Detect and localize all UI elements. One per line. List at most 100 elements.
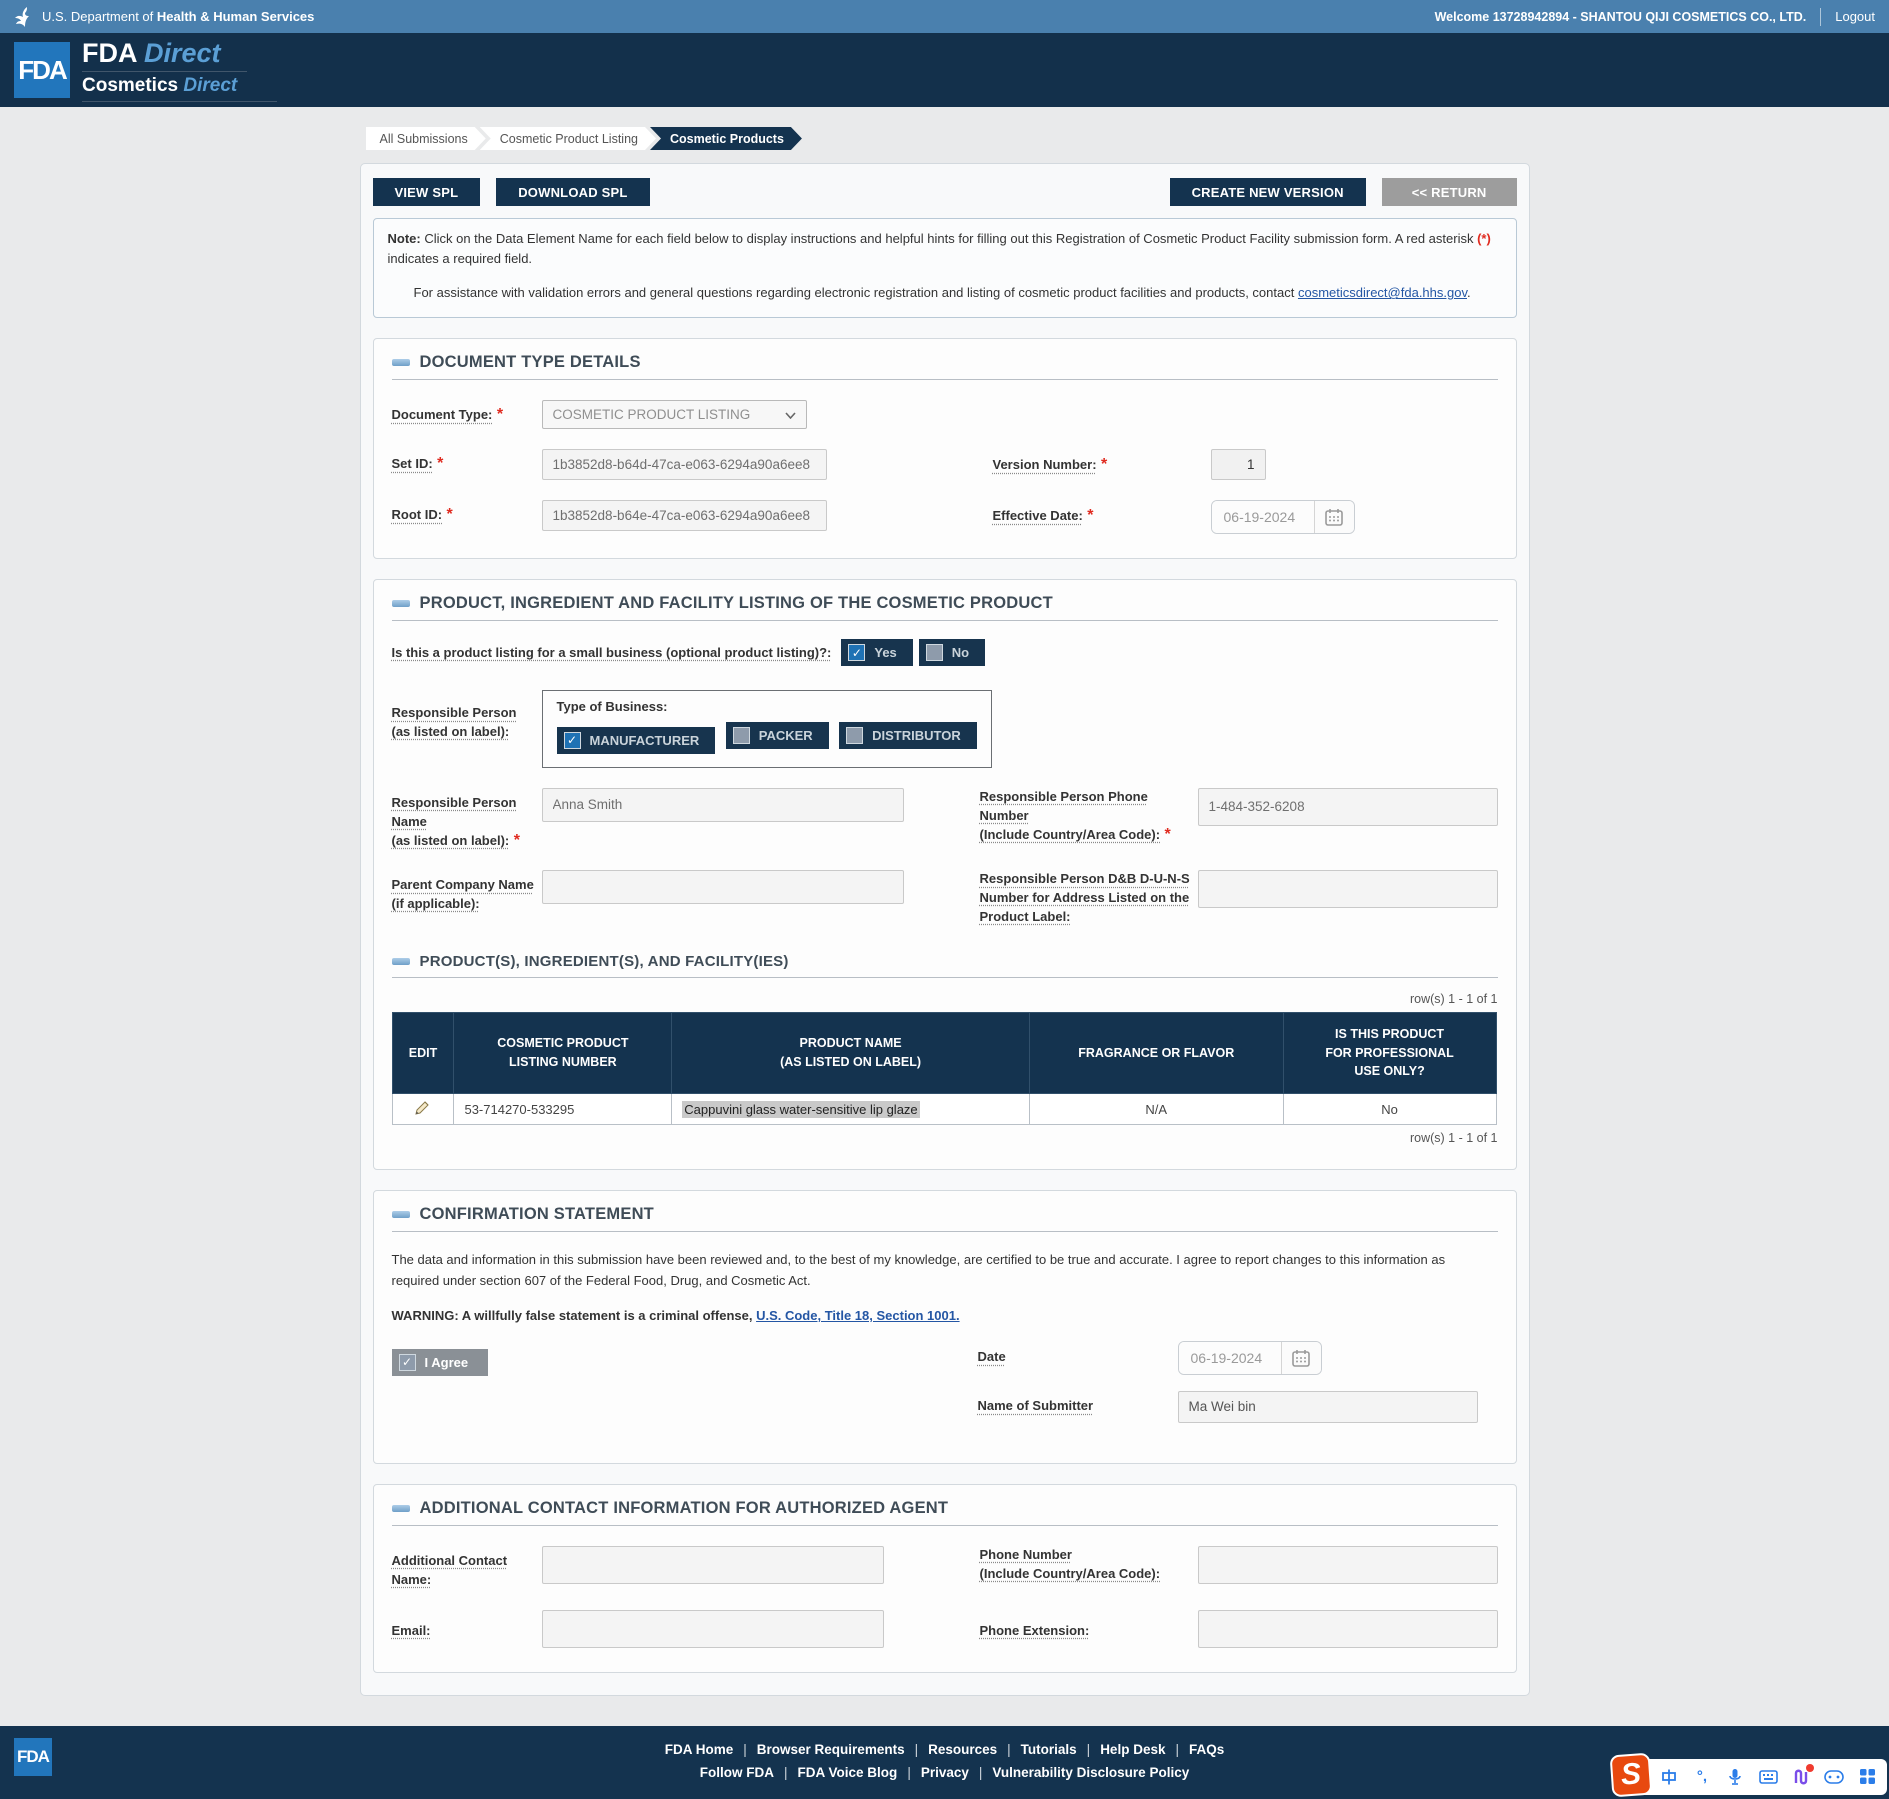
parent-company-input[interactable] bbox=[542, 870, 904, 904]
required-asterisk: * bbox=[1087, 507, 1093, 524]
return-button[interactable]: << RETURN bbox=[1382, 178, 1517, 206]
distributor-checkbox[interactable]: DISTRIBUTOR bbox=[839, 722, 977, 749]
rp-name-label2[interactable]: (as listed on label): bbox=[392, 833, 510, 848]
skin-tool-icon[interactable] bbox=[1791, 1767, 1811, 1787]
document-type-select[interactable]: COSMETIC PRODUCT LISTING bbox=[542, 400, 807, 429]
rp-phone-input[interactable] bbox=[1198, 788, 1498, 826]
rp-duns-label-col: Responsible Person D&B D-U-N-S Number fo… bbox=[980, 870, 1198, 927]
version-number-input[interactable] bbox=[1211, 449, 1266, 480]
logout-link[interactable]: Logout bbox=[1835, 9, 1875, 24]
additional-phone-label[interactable]: Phone Number bbox=[980, 1547, 1072, 1562]
footer-link-vulnerability-policy[interactable]: Vulnerability Disclosure Policy bbox=[992, 1765, 1189, 1780]
rp-phone-group: Responsible Person Phone Number (Include… bbox=[980, 788, 1498, 845]
virtual-keyboard-icon[interactable] bbox=[1758, 1767, 1778, 1787]
breadcrumb-cosmetic-product-listing[interactable]: Cosmetic Product Listing bbox=[480, 127, 656, 150]
rp-name-label[interactable]: Responsible Person Name bbox=[392, 795, 517, 829]
effective-date-label[interactable]: Effective Date: bbox=[993, 508, 1083, 523]
collapse-dash-icon[interactable] bbox=[392, 958, 410, 965]
phone-extension-label[interactable]: Phone Extension: bbox=[980, 1623, 1090, 1638]
document-type-value: COSMETIC PRODUCT LISTING bbox=[553, 407, 785, 422]
additional-name-label[interactable]: Additional Contact bbox=[392, 1553, 508, 1568]
breadcrumb-cosmetic-products[interactable]: Cosmetic Products bbox=[650, 127, 802, 150]
punctuation-mode-icon[interactable]: °, bbox=[1692, 1767, 1712, 1787]
us-code-link[interactable]: U.S. Code, Title 18, Section 1001. bbox=[756, 1308, 960, 1323]
breadcrumb-all-submissions[interactable]: All Submissions bbox=[366, 127, 486, 150]
packer-checkbox[interactable]: PACKER bbox=[726, 722, 829, 749]
check-icon: ✓ bbox=[399, 1354, 416, 1371]
rp-phone-label[interactable]: Responsible Person Phone Number bbox=[980, 789, 1148, 823]
footer-link-privacy[interactable]: Privacy bbox=[921, 1765, 969, 1780]
game-center-icon[interactable] bbox=[1824, 1767, 1844, 1787]
calendar-button[interactable] bbox=[1281, 1342, 1321, 1374]
email-label[interactable]: Email: bbox=[392, 1623, 431, 1638]
additional-phone-label2[interactable]: (Include Country/Area Code): bbox=[980, 1566, 1161, 1581]
footer-link-tutorials[interactable]: Tutorials bbox=[1021, 1742, 1077, 1757]
parent-company-label[interactable]: Parent Company Name bbox=[392, 877, 534, 892]
date-label[interactable]: Date bbox=[978, 1348, 1178, 1367]
confirmation-statement-section: CONFIRMATION STATEMENT The data and info… bbox=[373, 1190, 1517, 1464]
type-of-business-fieldset: Type of Business: ✓ MANUFACTURER PACKER … bbox=[542, 690, 992, 768]
edit-column-header: EDIT bbox=[392, 1012, 454, 1093]
email-input[interactable] bbox=[542, 1610, 884, 1648]
responsible-person-business-row: Responsible Person (as listed on label):… bbox=[392, 690, 1498, 768]
effective-date-input[interactable] bbox=[1212, 501, 1314, 533]
confirmation-right-col: Date Name of Submitter bbox=[978, 1341, 1498, 1439]
phone-extension-input[interactable] bbox=[1198, 1610, 1498, 1648]
additional-phone-label-col: Phone Number (Include Country/Area Code)… bbox=[980, 1546, 1198, 1584]
small-business-label[interactable]: Is this a product listing for a small bu… bbox=[392, 644, 832, 663]
department-title: U.S. Department of Health & Human Servic… bbox=[42, 9, 314, 24]
department-name: Health & Human Services bbox=[157, 9, 315, 24]
rp-duns-input[interactable] bbox=[1198, 870, 1498, 908]
microphone-icon[interactable] bbox=[1725, 1767, 1745, 1787]
set-id-label[interactable]: Set ID: bbox=[392, 456, 433, 471]
listing-number-cell: 53-714270-533295 bbox=[454, 1094, 672, 1125]
collapse-dash-icon[interactable] bbox=[392, 600, 410, 607]
required-asterisk: * bbox=[514, 832, 520, 849]
view-spl-button[interactable]: VIEW SPL bbox=[373, 178, 481, 206]
footer-link-resources[interactable]: Resources bbox=[928, 1742, 997, 1757]
additional-contact-section: ADDITIONAL CONTACT INFORMATION FOR AUTHO… bbox=[373, 1484, 1517, 1673]
rp-phone-label2[interactable]: (Include Country/Area Code): bbox=[980, 827, 1161, 842]
collapse-dash-icon[interactable] bbox=[392, 1505, 410, 1512]
set-id-input[interactable] bbox=[542, 449, 827, 480]
footer-link-faqs[interactable]: FAQs bbox=[1189, 1742, 1224, 1757]
footer-link-help-desk[interactable]: Help Desk bbox=[1100, 1742, 1165, 1757]
footer-link-follow-fda[interactable]: Follow FDA bbox=[700, 1765, 774, 1780]
cosmeticsdirect-email-link[interactable]: cosmeticsdirect@fda.hhs.gov bbox=[1298, 285, 1467, 300]
small-business-yes-checkbox[interactable]: ✓ Yes bbox=[841, 639, 912, 666]
footer-link-fda-home[interactable]: FDA Home bbox=[665, 1742, 734, 1757]
submitter-label[interactable]: Name of Submitter bbox=[978, 1397, 1178, 1416]
download-spl-button[interactable]: DOWNLOAD SPL bbox=[496, 178, 649, 206]
document-type-label[interactable]: Document Type: bbox=[392, 407, 493, 422]
submitter-input[interactable] bbox=[1178, 1391, 1478, 1423]
rp-duns-label[interactable]: Responsible Person D&B D-U-N-S Number fo… bbox=[980, 871, 1190, 924]
edit-row-button[interactable] bbox=[414, 1099, 431, 1119]
section-title: ADDITIONAL CONTACT INFORMATION FOR AUTHO… bbox=[420, 1499, 949, 1518]
additional-phone-input[interactable] bbox=[1198, 1546, 1498, 1584]
version-number-label[interactable]: Version Number: bbox=[993, 457, 1097, 472]
collapse-dash-icon[interactable] bbox=[392, 1211, 410, 1218]
sogou-ime-icon[interactable]: S bbox=[1610, 1752, 1653, 1797]
small-business-no-checkbox[interactable]: No bbox=[919, 639, 985, 666]
brand-fda: FDA bbox=[82, 38, 137, 68]
create-new-version-button[interactable]: CREATE NEW VERSION bbox=[1170, 178, 1366, 206]
additional-name-label2[interactable]: Name: bbox=[392, 1572, 432, 1587]
root-id-input[interactable] bbox=[542, 500, 827, 531]
footer-link-fda-voice-blog[interactable]: FDA Voice Blog bbox=[798, 1765, 898, 1780]
section-header: DOCUMENT TYPE DETAILS bbox=[392, 353, 1498, 380]
chinese-mode-icon[interactable] bbox=[1659, 1767, 1679, 1787]
responsible-person-label2[interactable]: (as listed on label): bbox=[392, 724, 510, 739]
footer-link-browser-requirements[interactable]: Browser Requirements bbox=[757, 1742, 905, 1757]
i-agree-checkbox[interactable]: ✓ I Agree bbox=[392, 1349, 489, 1376]
toolbox-grid-icon[interactable] bbox=[1857, 1767, 1877, 1787]
required-asterisk: * bbox=[497, 406, 503, 423]
confirmation-date-input[interactable] bbox=[1179, 1342, 1281, 1374]
root-id-label[interactable]: Root ID: bbox=[392, 507, 443, 522]
additional-name-input[interactable] bbox=[542, 1546, 884, 1584]
responsible-person-label[interactable]: Responsible Person bbox=[392, 705, 517, 720]
manufacturer-checkbox[interactable]: ✓ MANUFACTURER bbox=[557, 727, 716, 754]
parent-company-label2[interactable]: (if applicable): bbox=[392, 896, 480, 911]
collapse-dash-icon[interactable] bbox=[392, 359, 410, 366]
rp-name-input[interactable] bbox=[542, 788, 904, 822]
calendar-button[interactable] bbox=[1314, 501, 1354, 533]
